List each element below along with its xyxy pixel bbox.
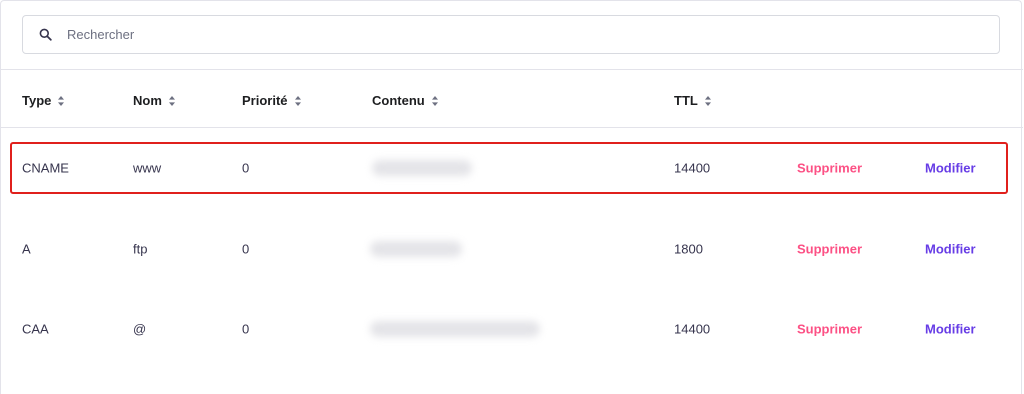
column-header-label: Type (22, 93, 52, 108)
edit-button[interactable]: Modifier (925, 322, 976, 337)
divider (1, 69, 1023, 70)
dns-records-panel: Type Nom Priorité Contenu TTL CNAME www … (0, 0, 1023, 394)
sort-icon (168, 95, 175, 106)
search-bar[interactable] (22, 15, 1000, 54)
column-header-label: Nom (133, 93, 162, 108)
record-content-redacted (372, 160, 472, 176)
delete-button[interactable]: Supprimer (797, 322, 862, 337)
record-priority: 0 (242, 160, 250, 176)
sort-icon (431, 95, 438, 106)
record-ttl: 14400 (674, 321, 711, 337)
record-priority: 0 (242, 241, 250, 257)
sort-icon (294, 95, 301, 106)
edit-button[interactable]: Modifier (925, 161, 976, 176)
record-content-redacted (370, 241, 462, 257)
record-type: CNAME (22, 160, 69, 176)
table-row: A ftp 0 1800 Supprimer Modifier (1, 209, 1023, 289)
record-priority: 0 (242, 321, 250, 337)
column-header-label: Priorité (242, 93, 288, 108)
record-ttl: 1800 (674, 241, 703, 257)
column-header-label: TTL (674, 93, 698, 108)
sort-icon (58, 95, 65, 106)
record-name: @ (133, 321, 147, 337)
record-type: A (22, 241, 31, 257)
search-input[interactable] (67, 27, 999, 42)
edit-button[interactable]: Modifier (925, 242, 976, 257)
column-header-ttl[interactable]: TTL (674, 93, 712, 108)
column-header-type[interactable]: Type (22, 93, 65, 108)
column-header-label: Contenu (372, 93, 425, 108)
table-row: CNAME www 0 14400 Supprimer Modifier (1, 128, 1023, 208)
delete-button[interactable]: Supprimer (797, 161, 862, 176)
record-type: CAA (22, 321, 49, 337)
record-name: ftp (133, 241, 148, 257)
sort-icon (704, 95, 711, 106)
column-header-name[interactable]: Nom (133, 93, 176, 108)
record-content-redacted (370, 321, 540, 337)
table-row: CAA @ 0 14400 Supprimer Modifier (1, 289, 1023, 369)
record-name: www (133, 160, 162, 176)
record-ttl: 14400 (674, 160, 711, 176)
search-icon (23, 28, 67, 41)
column-header-content[interactable]: Contenu (372, 93, 439, 108)
column-header-priority[interactable]: Priorité (242, 93, 302, 108)
delete-button[interactable]: Supprimer (797, 242, 862, 257)
